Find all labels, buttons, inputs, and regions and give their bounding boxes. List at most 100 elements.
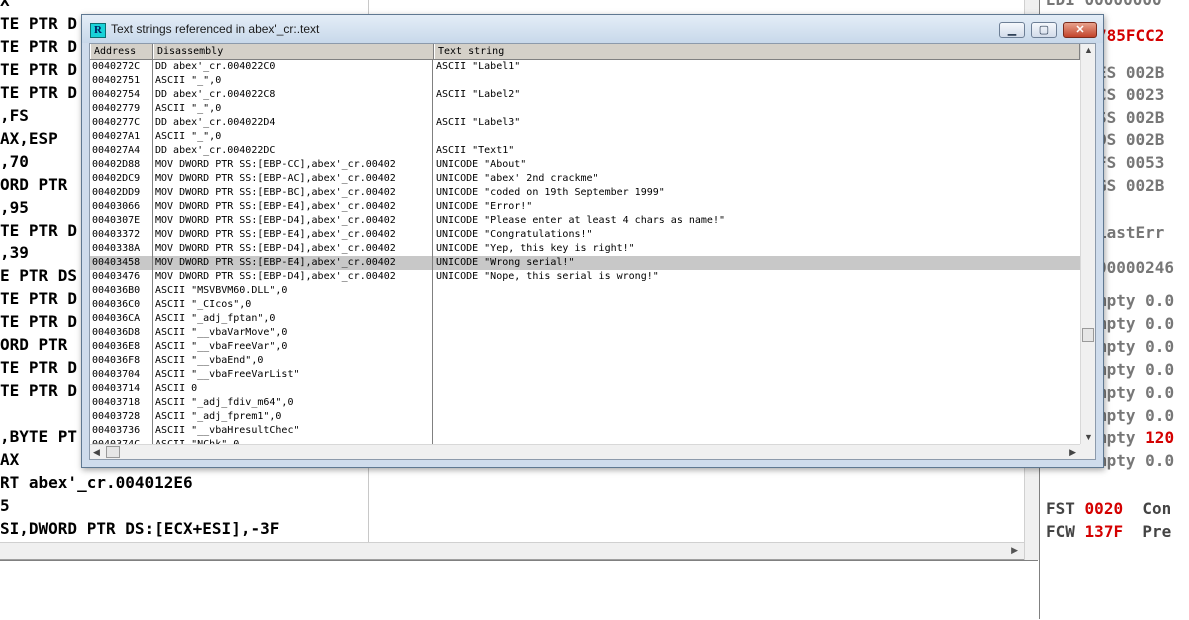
- table-row[interactable]: 0040338A MOV DWORD PTR SS:[EBP-D4],abex'_…: [90, 242, 1080, 256]
- cell-text-string: UNICODE "abex' 2nd crackme": [436, 173, 599, 184]
- disasm-line[interactable]: X: [0, 0, 10, 12]
- table-row[interactable]: 00403728 ASCII "_adj_fprem1",0: [90, 410, 1080, 424]
- disasm-line[interactable]: RT abex'_cr.004012E6: [0, 471, 193, 494]
- disasm-line[interactable]: TE PTR D: [0, 12, 77, 35]
- disasm-line[interactable]: TE PTR D: [0, 81, 77, 104]
- disasm-line[interactable]: TE PTR D: [0, 379, 77, 402]
- table-row[interactable]: 0040272C DD abex'_cr.004022C0 ASCII "Label…: [90, 60, 1080, 74]
- disasm-line[interactable]: TE PTR D: [0, 356, 77, 379]
- table-row[interactable]: 0040307E MOV DWORD PTR SS:[EBP-D4],abex'_…: [90, 214, 1080, 228]
- disasm-line[interactable]: TE PTR D: [0, 219, 77, 242]
- table-row[interactable]: 004036B0 ASCII "MSVBVM60.DLL",0: [90, 284, 1080, 298]
- table-body[interactable]: 0040272C DD abex'_cr.004022C0 ASCII "Label…: [90, 60, 1080, 444]
- disasm-line[interactable]: TE PTR D: [0, 35, 77, 58]
- table-row[interactable]: 00403714 ASCII 0: [90, 382, 1080, 396]
- cell-address: 004036E8: [92, 341, 141, 352]
- table-horizontal-scrollbar[interactable]: ◀ ▶: [90, 444, 1080, 459]
- cell-text-string: [434, 368, 1074, 382]
- disasm-line[interactable]: ,70: [0, 150, 29, 173]
- table-row[interactable]: 00402751 ASCII "_",0: [90, 74, 1080, 88]
- table-row[interactable]: 004027A1 ASCII "_",0: [90, 130, 1080, 144]
- register-es: ES 002B: [1097, 63, 1165, 82]
- disasm-line[interactable]: ORD PTR: [0, 173, 67, 196]
- table-row[interactable]: 00403718 ASCII "_adj_fdiv_m64",0: [90, 396, 1080, 410]
- horizontal-scroll-thumb[interactable]: [106, 446, 120, 458]
- table-row[interactable]: 004036D8 ASCII "__vbaVarMove",0: [90, 326, 1080, 340]
- disasm-line[interactable]: 5: [0, 494, 10, 517]
- disasm-line[interactable]: E PTR DS: [0, 264, 77, 287]
- disasm-line[interactable]: AX,ESP: [0, 127, 58, 150]
- disasm-line[interactable]: ,95: [0, 196, 29, 219]
- cell-disassembly: MOV DWORD PTR SS:[EBP-E4],abex'_cr.00402: [155, 257, 396, 268]
- fpu-register: mpty 120: [1097, 426, 1174, 449]
- cell-disassembly: DD abex'_cr.004022D4: [155, 117, 276, 128]
- register-eip-value: 785FCC2: [1097, 26, 1165, 45]
- table-row[interactable]: 00403066 MOV DWORD PTR SS:[EBP-E4],abex'_…: [90, 200, 1080, 214]
- disasm-line[interactable]: ORD PTR: [0, 333, 67, 356]
- disasm-line[interactable]: TE PTR D: [0, 58, 77, 81]
- disasm-line[interactable]: AX: [0, 448, 19, 471]
- column-header-address[interactable]: Address: [90, 44, 153, 59]
- minimize-button[interactable]: ▁: [999, 22, 1025, 38]
- minimize-icon: ▁: [1007, 24, 1017, 36]
- cell-address: 004027A1: [92, 131, 141, 142]
- cell-disassembly: MOV DWORD PTR SS:[EBP-D4],abex'_cr.00402: [155, 243, 396, 254]
- fpu-register: mpty 0.0: [1097, 358, 1174, 381]
- table-row[interactable]: 00402779 ASCII "_",0: [90, 102, 1080, 116]
- column-header-disassembly[interactable]: Disassembly: [153, 44, 434, 59]
- close-button[interactable]: ✕: [1063, 22, 1097, 38]
- table-vertical-scrollbar[interactable]: ▲ ▼: [1080, 44, 1095, 444]
- table-row[interactable]: 004036F8 ASCII "__vbaEnd",0: [90, 354, 1080, 368]
- scroll-down-icon[interactable]: ▼: [1084, 432, 1093, 442]
- scroll-right-icon[interactable]: ▶: [1011, 545, 1018, 556]
- fpu-register: mpty 0.0: [1097, 335, 1174, 358]
- table-row[interactable]: 00403736 ASCII "__vbaHresultChec": [90, 424, 1080, 438]
- table-row[interactable]: 00403476 MOV DWORD PTR SS:[EBP-D4],abex'_…: [90, 270, 1080, 284]
- disasm-line[interactable]: ,FS: [0, 104, 29, 127]
- table-row[interactable]: 0040277C DD abex'_cr.004022D4 ASCII "Label…: [90, 116, 1080, 130]
- cell-text-string: [434, 298, 1074, 312]
- table-row[interactable]: 00403372 MOV DWORD PTR SS:[EBP-E4],abex'_…: [90, 228, 1080, 242]
- table-row[interactable]: 00402DD9 MOV DWORD PTR SS:[EBP-BC],abex'_…: [90, 186, 1080, 200]
- vertical-scroll-thumb[interactable]: [1082, 328, 1094, 342]
- table-row[interactable]: 00402DC9 MOV DWORD PTR SS:[EBP-AC],abex'_…: [90, 172, 1080, 186]
- disasm-line[interactable]: SI,DWORD PTR DS:[ECX+ESI],-3F: [0, 517, 279, 540]
- table-row[interactable]: 004036C0 ASCII "_CIcos",0: [90, 298, 1080, 312]
- cell-address: 00403736: [92, 425, 141, 436]
- table-row[interactable]: 00402D88 MOV DWORD PTR SS:[EBP-CC],abex'_…: [90, 158, 1080, 172]
- cell-disassembly: ASCII "__vbaHresultChec": [155, 425, 300, 436]
- disasm-line[interactable]: ,BYTE PT: [0, 425, 77, 448]
- cell-address: 004036F8: [92, 355, 141, 366]
- table-row[interactable]: 004036E8 ASCII "__vbaFreeVar",0: [90, 340, 1080, 354]
- scroll-up-icon[interactable]: ▲: [1084, 45, 1093, 55]
- fpu-register: mpty 0.0: [1097, 289, 1174, 312]
- cell-disassembly: MOV DWORD PTR SS:[EBP-CC],abex'_cr.00402: [155, 159, 396, 170]
- strings-table[interactable]: Address Disassembly Text string 0040272C…: [89, 43, 1096, 460]
- cpu-pane-horizontal-scrollbar[interactable]: ▶: [0, 542, 1024, 560]
- disasm-line[interactable]: TE PTR D: [0, 287, 77, 310]
- table-row[interactable]: 00403704 ASCII "__vbaFreeVarList": [90, 368, 1080, 382]
- table-row[interactable]: 004027A4 DD abex'_cr.004022DC ASCII "Text1…: [90, 144, 1080, 158]
- table-row[interactable]: 004036CA ASCII "_adj_fptan",0: [90, 312, 1080, 326]
- cell-disassembly: MOV DWORD PTR SS:[EBP-D4],abex'_cr.00402: [155, 271, 396, 282]
- scroll-right-icon[interactable]: ▶: [1069, 447, 1076, 458]
- fpu-value: 0.0: [1145, 451, 1175, 471]
- cell-text-string: [434, 396, 1074, 410]
- fpu-value: 0.0: [1145, 359, 1175, 379]
- fpu-value: 120: [1145, 428, 1175, 448]
- maximize-button[interactable]: ▢: [1031, 22, 1057, 38]
- column-divider: [152, 60, 153, 444]
- cell-address: 00402DC9: [92, 173, 141, 184]
- cell-text-string: [434, 130, 1074, 144]
- window-titlebar[interactable]: R Text strings referenced in abex'_cr:.t…: [82, 15, 1103, 43]
- disasm-line[interactable]: ,39: [0, 241, 29, 264]
- disasm-line[interactable]: TE PTR D: [0, 310, 77, 333]
- table-row[interactable]: 00402754 DD abex'_cr.004022C8 ASCII "Label…: [90, 88, 1080, 102]
- cell-text-string: ASCII "Text1": [436, 145, 515, 156]
- table-row[interactable]: 00403458 MOV DWORD PTR SS:[EBP-E4],abex'_…: [90, 256, 1080, 270]
- dump-pane[interactable]: [0, 560, 1038, 620]
- fpu-tag: mpty: [1097, 428, 1146, 448]
- text-strings-window[interactable]: R Text strings referenced in abex'_cr:.t…: [81, 14, 1104, 468]
- column-header-text-string[interactable]: Text string: [434, 44, 1080, 59]
- scroll-left-icon[interactable]: ◀: [93, 447, 100, 458]
